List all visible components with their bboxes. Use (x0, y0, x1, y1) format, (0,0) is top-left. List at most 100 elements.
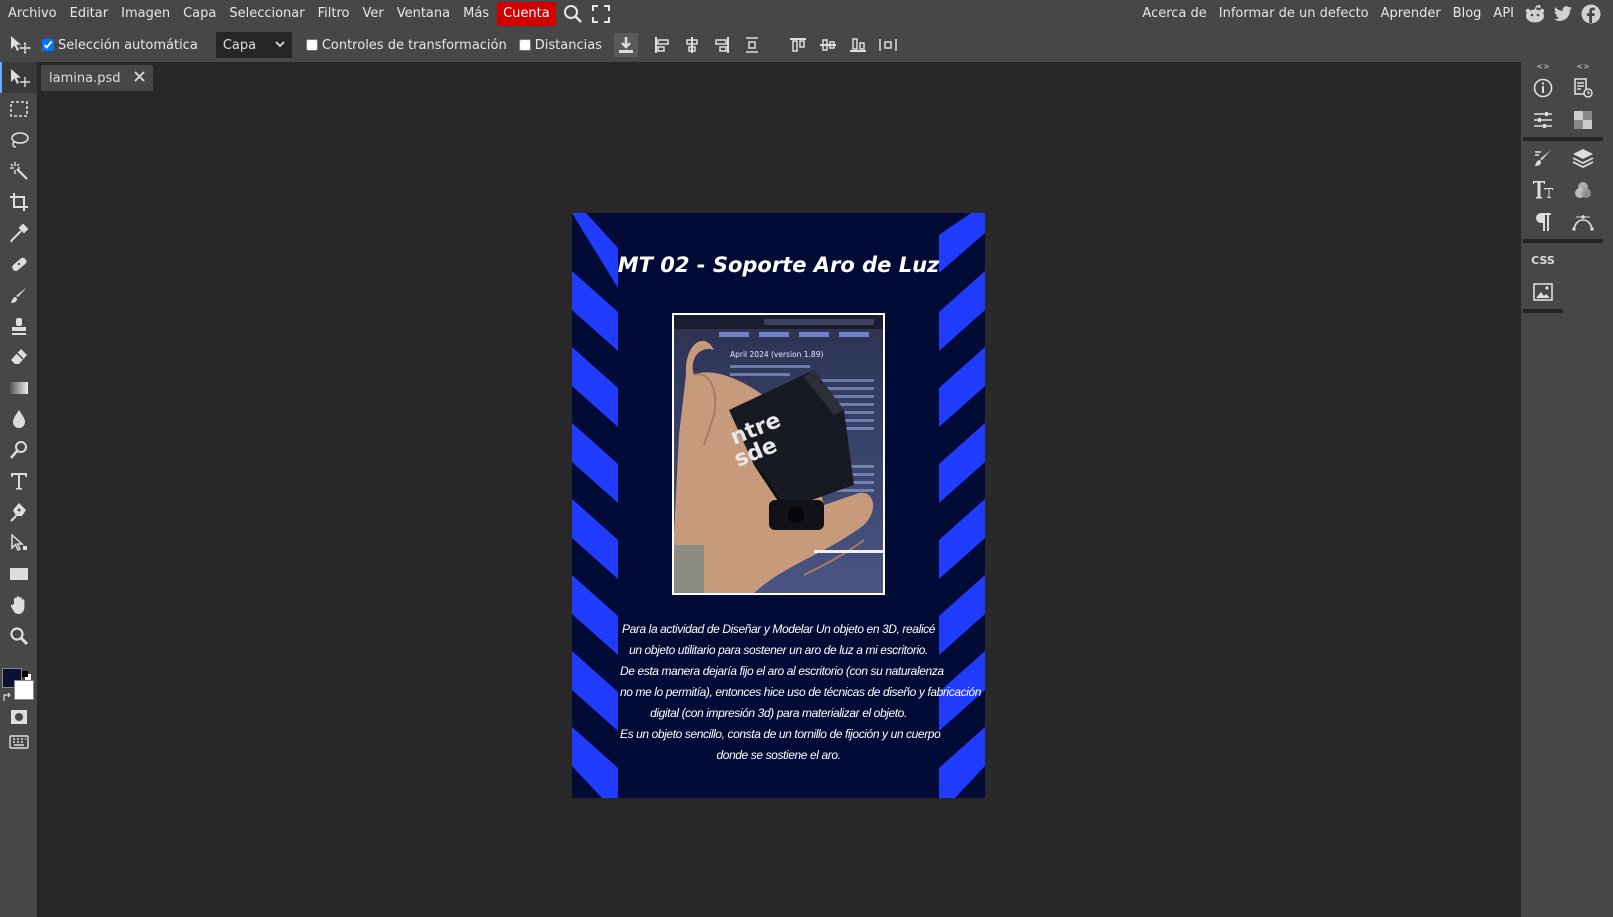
brush-tool[interactable] (0, 279, 37, 310)
align-middle-icon[interactable] (816, 33, 840, 57)
image-panel-button[interactable] (1523, 276, 1563, 308)
distances-input[interactable] (518, 39, 531, 51)
default-colors-icon[interactable] (22, 666, 32, 685)
zoom-tool[interactable] (0, 620, 37, 651)
distribute-vertical-icon[interactable] (740, 33, 764, 57)
align-left-icon[interactable] (650, 33, 674, 57)
history-icon (1574, 78, 1593, 98)
character-panel-button[interactable] (1523, 174, 1563, 206)
twitter-icon[interactable] (1549, 0, 1577, 28)
swatches-panel-button[interactable] (1563, 104, 1603, 136)
marquee-tool[interactable] (0, 93, 37, 124)
brush-panel-button[interactable] (1523, 142, 1563, 174)
pen-tool[interactable] (0, 496, 37, 527)
body-line: digital (con impresión 3d) para material… (650, 706, 907, 720)
move-tool[interactable] (0, 62, 37, 93)
history-panel-button[interactable] (1563, 72, 1603, 104)
rectangle-shape-icon (9, 567, 28, 580)
right-panel-column-2: <> (1563, 62, 1603, 244)
menu-mas[interactable]: Más (458, 2, 494, 26)
layers-icon (1572, 149, 1594, 168)
facebook-icon[interactable] (1577, 0, 1605, 28)
document-canvas[interactable]: MT 02 - Soporte Aro de Luz April 2024 (v… (572, 213, 985, 798)
healing-tool[interactable] (0, 248, 37, 279)
menu-ver[interactable]: Ver (357, 2, 388, 26)
options-bar: Selección automática Capa Controles de t… (0, 28, 1613, 62)
menu-filtro[interactable]: Filtro (313, 2, 355, 26)
auto-select-checkbox[interactable]: Selección automática (42, 38, 198, 53)
menu-capa[interactable]: Capa (178, 2, 221, 26)
reddit-icon[interactable] (1521, 0, 1549, 28)
layer-select[interactable]: Capa (215, 32, 292, 58)
info-panel-button[interactable] (1523, 72, 1563, 104)
blur-tool[interactable] (0, 403, 37, 434)
menu-imagen[interactable]: Imagen (116, 2, 175, 26)
magic-wand-tool[interactable] (0, 155, 37, 186)
hand-tool[interactable] (0, 589, 37, 620)
magic-wand-icon (9, 161, 28, 180)
crop-tool[interactable] (0, 186, 37, 217)
link-aprender[interactable]: Aprender (1376, 2, 1446, 26)
move-arrow-icon (10, 68, 30, 87)
right-stripe-border (939, 213, 985, 798)
distances-checkbox[interactable]: Distancias (518, 37, 602, 53)
link-api[interactable]: API (1488, 2, 1519, 26)
chevron-down-icon (275, 41, 285, 48)
distances-label: Distancias (534, 37, 602, 53)
workspace: lamina.psd MT 02 - Soporte Aro de Luz Ap… (37, 62, 1521, 917)
shape-tool[interactable] (0, 558, 37, 589)
keyboard-tool[interactable] (0, 726, 37, 757)
left-stripe-border (572, 213, 618, 798)
link-informar-defecto[interactable]: Informar de un defecto (1214, 2, 1374, 26)
lasso-icon (10, 131, 29, 148)
body-line: donde se sostiene el aro. (716, 748, 841, 762)
pen-icon (9, 502, 26, 522)
stamp-tool[interactable] (0, 310, 37, 341)
type-tool[interactable] (0, 465, 37, 496)
align-center-h-icon[interactable] (680, 33, 704, 57)
document-tab[interactable]: lamina.psd (41, 65, 154, 91)
link-blog[interactable]: Blog (1448, 2, 1487, 26)
right-panel-column-1: <> CSS (1523, 62, 1563, 314)
transform-controls-checkbox[interactable]: Controles de transformación (305, 37, 507, 53)
channels-panel-button[interactable] (1563, 174, 1603, 206)
paths-icon (1572, 215, 1594, 231)
menu-archivo[interactable]: Archivo (3, 2, 62, 26)
account-button[interactable]: Cuenta (497, 2, 556, 26)
eraser-tool[interactable] (0, 341, 37, 372)
fullscreen-icon[interactable] (587, 0, 615, 28)
paths-panel-button[interactable] (1563, 206, 1603, 238)
search-icon[interactable] (559, 0, 587, 28)
zoom-icon (9, 626, 28, 645)
body-line: un objeto utilitario para sostener un ar… (629, 643, 928, 657)
eyedropper-tool[interactable] (0, 217, 37, 248)
collapse-icon[interactable]: <> (1563, 62, 1603, 72)
link-acerca[interactable]: Acerca de (1137, 2, 1211, 26)
lasso-tool[interactable] (0, 124, 37, 155)
align-bottom-icon[interactable] (846, 33, 870, 57)
align-top-icon[interactable] (786, 33, 810, 57)
gradient-tool[interactable] (0, 372, 37, 403)
dodge-tool[interactable] (0, 434, 37, 465)
menu-ventana[interactable]: Ventana (392, 2, 455, 26)
menu-bar: Archivo Editar Imagen Capa Seleccionar F… (0, 0, 1613, 28)
align-right-icon[interactable] (710, 33, 734, 57)
transform-controls-label: Controles de transformación (321, 37, 507, 53)
paragraph-panel-button[interactable] (1523, 206, 1563, 238)
menu-seleccionar[interactable]: Seleccionar (224, 2, 309, 26)
path-select-tool[interactable] (0, 527, 37, 558)
body-line: De esta manera dejaría fijo el aro al es… (620, 664, 944, 678)
distribute-horizontal-icon[interactable] (876, 33, 900, 57)
download-icon[interactable] (613, 33, 638, 57)
css-panel-button[interactable]: CSS (1523, 244, 1563, 276)
product-photo: April 2024 (version 1.89) ntre sde (672, 313, 885, 595)
close-icon[interactable] (134, 70, 146, 86)
collapse-icon[interactable]: <> (1523, 62, 1563, 72)
character-icon (1533, 181, 1553, 199)
adjustments-panel-button[interactable] (1523, 104, 1563, 136)
menu-editar[interactable]: Editar (65, 2, 114, 26)
transform-controls-input[interactable] (305, 39, 318, 51)
layers-panel-button[interactable] (1563, 142, 1603, 174)
auto-select-input[interactable] (42, 39, 54, 51)
move-tool-icon[interactable] (8, 33, 32, 57)
